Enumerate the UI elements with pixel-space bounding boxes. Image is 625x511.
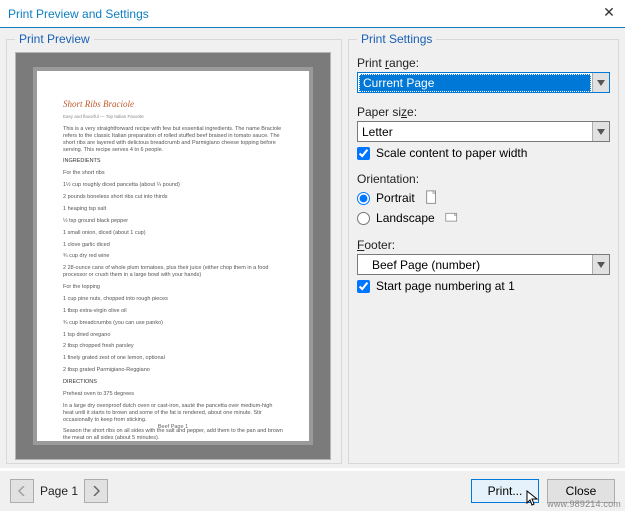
- landscape-label: Landscape: [376, 211, 435, 225]
- print-button-label: Print...: [488, 484, 523, 498]
- chevron-down-icon: [597, 129, 605, 135]
- ing-5: 1 clove garlic diced: [63, 242, 283, 249]
- portrait-icon: [425, 190, 439, 206]
- ing-3: ½ tsp ground black pepper: [63, 218, 283, 225]
- top-0: 1 cup pine nuts, chopped into rough piec…: [63, 296, 283, 303]
- chevron-down-icon: [597, 262, 605, 268]
- top-6: 2 tbsp grated Parmigiano-Reggiano: [63, 367, 283, 374]
- window-title: Print Preview and Settings: [8, 7, 149, 21]
- sec-ingredients: INGREDIENTS: [63, 158, 283, 165]
- ing-6: ¾ cup dry red wine: [63, 253, 283, 260]
- footer-dropdown-button[interactable]: [592, 255, 609, 274]
- page-footer: Beef Page 1: [37, 424, 309, 431]
- cursor-icon: [526, 490, 540, 508]
- preview-frame: Short Ribs Braciole Easy and flavorful —…: [15, 52, 331, 460]
- start-numbering-row[interactable]: Start page numbering at 1: [357, 279, 610, 293]
- watermark: www.989214.com: [547, 499, 621, 509]
- footer-value: Beef Page (number): [368, 258, 592, 272]
- ing-1: 2 pounds boneless short ribs cut into th…: [63, 194, 283, 201]
- ing-0: 1½ cup roughly diced pancetta (about ¼ p…: [63, 182, 283, 189]
- sec-ingredients-sub: For the short ribs: [63, 170, 283, 177]
- page-indicator: Page 1: [40, 484, 78, 498]
- doc-subtitle: Easy and flavorful — Top Italian Favorit…: [63, 114, 283, 120]
- paper-size-combo[interactable]: Letter: [357, 121, 610, 142]
- doc-title: Short Ribs Braciole: [63, 99, 283, 110]
- print-button[interactable]: Print...: [471, 479, 539, 503]
- top-1: 1 tbsp extra-virgin olive oil: [63, 308, 283, 315]
- top-4: 2 tbsp chopped fresh parsley: [63, 343, 283, 350]
- dir-lead: Preheat oven to 375 degrees: [63, 391, 283, 398]
- start-numbering-checkbox[interactable]: [357, 280, 370, 293]
- arrow-right-icon: [92, 486, 100, 496]
- start-numbering-label: Start page numbering at 1: [376, 279, 515, 293]
- chevron-down-icon: [597, 80, 605, 86]
- close-button-label: Close: [566, 484, 597, 498]
- bottom-bar: Page 1 Print... Close: [0, 471, 625, 511]
- next-page-button[interactable]: [84, 479, 108, 503]
- page-shadow: Short Ribs Braciole Easy and flavorful —…: [33, 67, 313, 445]
- sec-topping-sub: For the topping: [63, 284, 283, 291]
- pager: Page 1: [10, 479, 108, 503]
- sec-directions: DIRECTIONS: [63, 379, 283, 386]
- close-icon[interactable]: ✕: [599, 4, 619, 21]
- orientation-label: Orientation:: [357, 172, 610, 186]
- paper-size-label: Paper size:: [357, 105, 610, 119]
- print-range-label: Print range:: [357, 56, 610, 70]
- portrait-radio[interactable]: [357, 192, 370, 205]
- print-settings-group: Print Settings Print range: Current Page…: [348, 32, 619, 464]
- prev-page-button[interactable]: [10, 479, 34, 503]
- scale-content-label: Scale content to paper width: [376, 146, 527, 160]
- landscape-icon: [445, 210, 459, 226]
- print-preview-legend: Print Preview: [15, 32, 94, 46]
- portrait-label: Portrait: [376, 191, 415, 205]
- print-range-dropdown-button[interactable]: [592, 73, 609, 92]
- landscape-radio[interactable]: [357, 212, 370, 225]
- titlebar: Print Preview and Settings ✕: [0, 0, 625, 28]
- paper-size-dropdown-button[interactable]: [592, 122, 609, 141]
- ing-7: 2 28-ounce cans of whole plum tomatoes, …: [63, 265, 283, 279]
- ing-2: 1 heaping tsp salt: [63, 206, 283, 213]
- scale-content-row[interactable]: Scale content to paper width: [357, 146, 610, 160]
- footer-label: Footer:: [357, 238, 610, 252]
- doc-intro: This is a very straightforward recipe wi…: [63, 126, 283, 154]
- paper-size-value: Letter: [358, 125, 592, 139]
- top-3: 1 tsp dried oregano: [63, 332, 283, 339]
- arrow-left-icon: [18, 486, 26, 496]
- print-preview-group: Print Preview Short Ribs Braciole Easy a…: [6, 32, 342, 464]
- scale-content-checkbox[interactable]: [357, 147, 370, 160]
- preview-page: Short Ribs Braciole Easy and flavorful —…: [37, 71, 309, 441]
- print-range-combo[interactable]: Current Page: [357, 72, 610, 93]
- footer-combo[interactable]: Beef Page (number): [357, 254, 610, 275]
- landscape-row[interactable]: Landscape: [357, 210, 610, 226]
- print-range-value: Current Page: [359, 74, 591, 92]
- dialog-body: Print Preview Short Ribs Braciole Easy a…: [0, 28, 625, 468]
- print-settings-legend: Print Settings: [357, 32, 436, 46]
- top-2: ¾ cup breadcrumbs (you can use panko): [63, 320, 283, 327]
- dir-1: In a large dry ovenproof dutch oven or c…: [63, 403, 283, 424]
- top-5: 1 finely grated zest of one lemon, optio…: [63, 355, 283, 362]
- portrait-row[interactable]: Portrait: [357, 190, 610, 206]
- ing-4: 1 small onion, diced (about 1 cup): [63, 230, 283, 237]
